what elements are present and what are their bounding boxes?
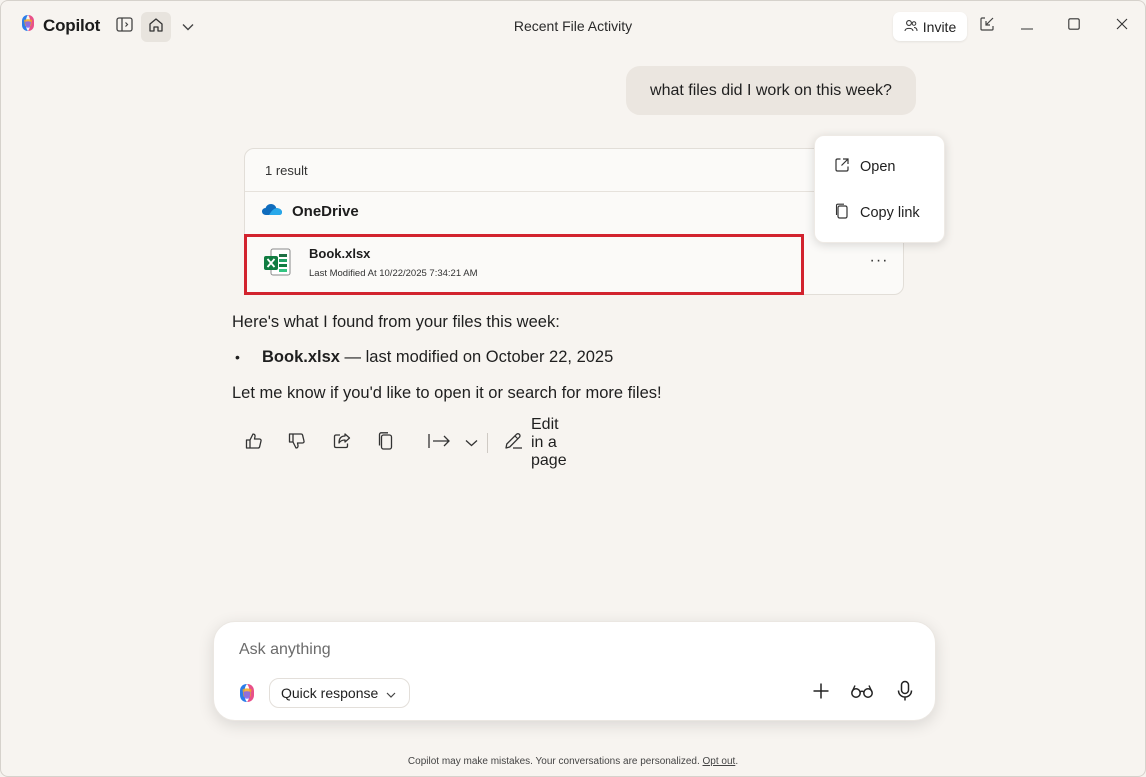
mode-label: Quick response: [281, 685, 379, 701]
edit-in-page-label: Edit in a page: [531, 416, 567, 469]
thumbs-down-icon: [287, 431, 307, 456]
popout-button[interactable]: [972, 12, 1002, 40]
chevron-down-icon: [465, 434, 478, 452]
card-divider: [245, 191, 903, 192]
bullet-file-name: Book.xlsx: [262, 348, 340, 366]
maximize-icon: [1068, 17, 1080, 35]
source-name: OneDrive: [292, 203, 359, 220]
menu-item-label: Open: [860, 159, 896, 175]
file-name[interactable]: Book.xlsx: [309, 246, 370, 261]
invite-button[interactable]: Invite: [893, 12, 967, 41]
copilot-window: Copilot Recent File Activity Invite what…: [0, 0, 1146, 777]
menu-item-open[interactable]: Open: [815, 147, 944, 187]
response-mode-select[interactable]: Quick response: [269, 678, 410, 708]
opt-out-link[interactable]: Opt out: [703, 756, 736, 767]
close-button[interactable]: [1107, 12, 1137, 40]
result-count: 1 result: [265, 163, 308, 178]
minimize-button[interactable]: [1012, 12, 1042, 40]
glasses-icon: [850, 683, 874, 704]
onedrive-cloud-icon: [261, 202, 283, 221]
microphone-icon: [896, 680, 914, 707]
more-options-button[interactable]: ···: [867, 252, 891, 272]
maximize-button[interactable]: [1059, 12, 1089, 40]
edit-in-page-button[interactable]: Edit in a page: [503, 416, 567, 469]
open-external-icon: [834, 157, 850, 177]
copy-icon: [377, 431, 395, 456]
menu-item-label: Copy link: [860, 205, 920, 221]
thumbs-down-button[interactable]: [284, 429, 310, 457]
export-options-dropdown[interactable]: [458, 429, 484, 457]
copy-icon: [834, 203, 850, 223]
disclaimer-footer: Copilot may make mistakes. Your conversa…: [1, 756, 1145, 767]
minimize-icon: [1021, 17, 1033, 35]
popout-icon: [979, 16, 995, 37]
message-composer: Quick response: [213, 621, 936, 721]
excel-file-icon: [262, 247, 292, 282]
bullet-marker: •: [235, 349, 240, 365]
export-button[interactable]: [425, 429, 455, 457]
voice-input-button[interactable]: [891, 679, 919, 707]
ask-input[interactable]: [239, 638, 839, 662]
menu-item-copy-link[interactable]: Copy link: [815, 193, 944, 233]
copilot-logo-icon: [236, 682, 258, 709]
bullet-detail: — last modified on October 22, 2025: [339, 348, 614, 366]
invite-label: Invite: [922, 18, 957, 35]
copy-response-button[interactable]: [373, 429, 399, 457]
action-separator: [487, 433, 488, 453]
source-header: OneDrive: [261, 202, 359, 221]
close-icon: [1116, 17, 1128, 35]
people-icon: [904, 19, 918, 35]
response-intro: Here's what I found from your files this…: [232, 313, 560, 331]
title-bar: Copilot Recent File Activity Invite: [1, 1, 1145, 51]
file-context-menu: Open Copy link: [814, 135, 945, 243]
vision-button[interactable]: [848, 679, 876, 707]
file-results-card: 1 result OneDrive Book.xlsx Last Modifie…: [244, 148, 904, 295]
chevron-down-icon: [386, 685, 396, 701]
share-icon: [332, 431, 352, 456]
disclaimer-text: Copilot may make mistakes. Your conversa…: [407, 756, 703, 767]
pen-icon: [503, 431, 524, 456]
user-message: what files did I work on this week?: [626, 66, 916, 115]
file-modified-date: Last Modified At 10/22/2025 7:34:21 AM: [309, 268, 478, 279]
response-closing: Let me know if you'd like to open it or …: [232, 384, 662, 402]
share-button[interactable]: [329, 429, 355, 457]
response-bullet: Book.xlsx — last modified on October 22,…: [262, 348, 613, 367]
export-arrow-icon: [427, 432, 453, 455]
file-result-row[interactable]: Book.xlsx Last Modified At 10/22/2025 7:…: [244, 234, 804, 295]
plus-icon: [812, 682, 830, 705]
thumbs-up-button[interactable]: [241, 429, 267, 457]
disclaimer-end: .: [735, 756, 739, 767]
add-attachment-button[interactable]: [807, 679, 835, 707]
thumbs-up-icon: [244, 431, 264, 456]
